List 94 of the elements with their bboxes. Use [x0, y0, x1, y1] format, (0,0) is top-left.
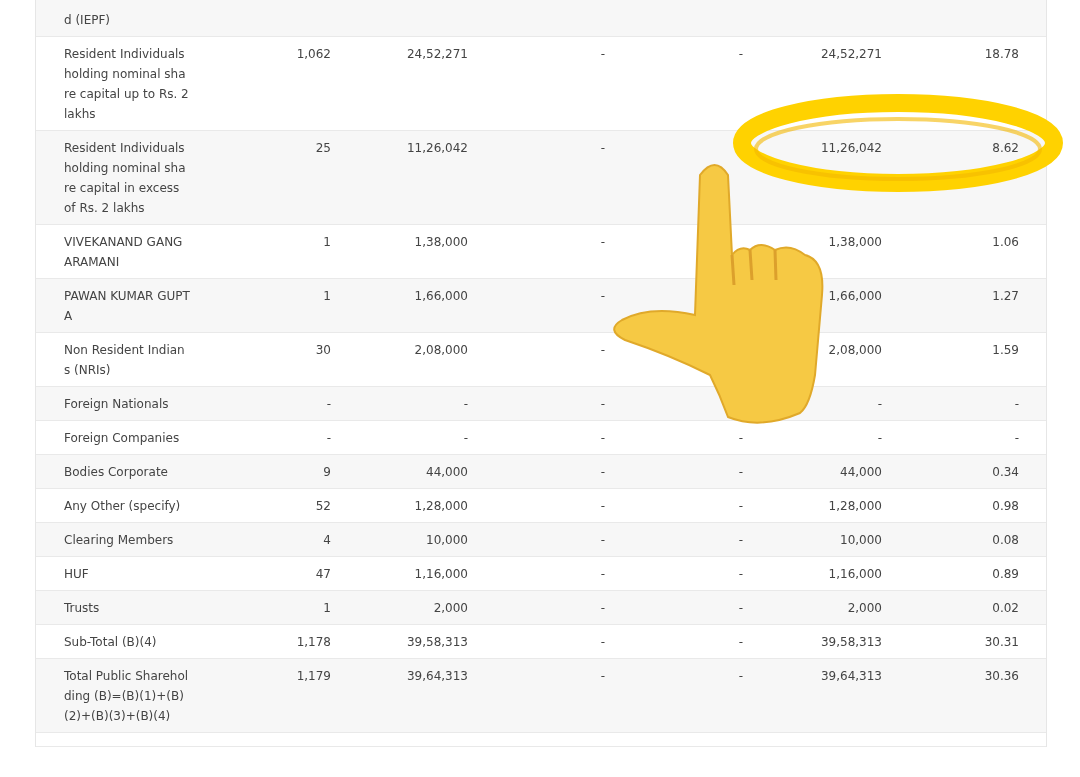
- table-cell: Resident Individuals holding nominal share capital up to Rs. 2 lakhs: [64, 47, 189, 121]
- table-cell: -: [877, 431, 882, 445]
- table-cell: -: [600, 289, 605, 303]
- table-cell: -: [738, 431, 743, 445]
- table-cell: -: [1014, 431, 1019, 445]
- table-cell: -: [326, 397, 331, 411]
- table-cell: Any Other (specify): [64, 499, 181, 513]
- table-cell: 2,08,000: [414, 343, 468, 357]
- table-cell: 1,16,000: [828, 567, 882, 581]
- table-cell: d (IEPF): [64, 13, 111, 27]
- table-cell: Foreign Companies: [64, 431, 180, 445]
- table-cell: -: [463, 397, 468, 411]
- table-cell: 1,28,000: [828, 499, 882, 513]
- table-cell: 39,64,313: [820, 669, 882, 683]
- table-cell: -: [600, 47, 605, 61]
- table-cell: 9: [323, 465, 331, 479]
- table-cell: VIVEKANAND GANGARAMANI: [64, 235, 183, 269]
- table-cell: Non Resident Indians (NRIs): [64, 343, 185, 377]
- table-cell: PAWAN KUMAR GUPTA: [64, 289, 190, 323]
- table-cell: Resident Individuals holding nominal share capital in excess of Rs. 2 lakhs: [64, 141, 186, 215]
- table-cell: -: [600, 533, 605, 547]
- table-cell: 18.78: [984, 47, 1019, 61]
- table-cell: 11,26,042: [820, 141, 882, 155]
- table-cell: -: [600, 635, 605, 649]
- table-cell: 24,52,271: [406, 47, 468, 61]
- table-cell: Bodies Corporate: [64, 465, 168, 479]
- table-cell: -: [600, 669, 605, 683]
- table-cell: 1,38,000: [828, 235, 882, 249]
- table-cell: 30: [315, 343, 331, 357]
- table-cell: -: [600, 343, 605, 357]
- table-cell: -: [600, 141, 605, 155]
- table-cell: 47: [315, 567, 331, 581]
- table-cell: 2,000: [847, 601, 882, 615]
- table-cell: 0.02: [992, 601, 1019, 615]
- table-cell: 1: [323, 601, 331, 615]
- table-cell: Trusts: [64, 601, 100, 615]
- table-cell: 0.89: [992, 567, 1019, 581]
- table-cell: -: [463, 431, 468, 445]
- table-cell: 1,179: [296, 669, 331, 683]
- table-cell: 10,000: [426, 533, 468, 547]
- table-cell: 30.31: [984, 635, 1019, 649]
- table-cell: 1: [323, 289, 331, 303]
- table-cell: 0.08: [992, 533, 1019, 547]
- table-cell: -: [738, 533, 743, 547]
- table-cell: 1,178: [296, 635, 331, 649]
- table-cell: -: [738, 669, 743, 683]
- table-cell: -: [738, 567, 743, 581]
- table-cell: -: [600, 567, 605, 581]
- table-cell: -: [738, 465, 743, 479]
- table-cell: -: [738, 499, 743, 513]
- table-cell: 24,52,271: [820, 47, 882, 61]
- table-cell: 44,000: [426, 465, 468, 479]
- table-cell: -: [600, 397, 605, 411]
- table-cell: 0.34: [992, 465, 1019, 479]
- table-cell: 25: [315, 141, 331, 155]
- table-cell: 1,66,000: [828, 289, 882, 303]
- table-cell: 4: [323, 533, 331, 547]
- table-cell: 1: [323, 235, 331, 249]
- table-cell: -: [1014, 397, 1019, 411]
- table-cell: 1,66,000: [414, 289, 468, 303]
- table-cell: -: [600, 499, 605, 513]
- table-cell: 0.98: [992, 499, 1019, 513]
- table-cell: -: [738, 47, 743, 61]
- table-cell: -: [738, 601, 743, 615]
- table-cell: HUF: [64, 567, 89, 581]
- table-cell: 10,000: [840, 533, 882, 547]
- table-cell: Foreign Nationals: [64, 397, 169, 411]
- table-cell: Total Public Shareholding (B)=(B)(1)+(B)(2)+(B)(3)+(B)(4): [64, 669, 189, 723]
- table-cell: 44,000: [840, 465, 882, 479]
- table-cell: -: [738, 635, 743, 649]
- table-cell: 2,000: [433, 601, 468, 615]
- table-cell: 8.62: [992, 141, 1019, 155]
- table-cell: Clearing Members: [64, 533, 174, 547]
- table-cell: 2,08,000: [828, 343, 882, 357]
- table-cell: Sub-Total (B)(4): [64, 635, 157, 649]
- table-cell: 1,38,000: [414, 235, 468, 249]
- table-cell: 1.27: [992, 289, 1019, 303]
- table-cell: 39,58,313: [406, 635, 468, 649]
- table-cell: 30.36: [984, 669, 1019, 683]
- table-cell: -: [600, 465, 605, 479]
- table-cell: 39,64,313: [406, 669, 468, 683]
- table-cell: 11,26,042: [406, 141, 468, 155]
- table-cell: -: [326, 431, 331, 445]
- table-cell: -: [877, 397, 882, 411]
- table-cell: 1,28,000: [414, 499, 468, 513]
- table-cell: 1.59: [992, 343, 1019, 357]
- table-cell: -: [600, 431, 605, 445]
- table-cell: 39,58,313: [820, 635, 882, 649]
- table-cell: 52: [315, 499, 331, 513]
- table-cell: 1.06: [992, 235, 1019, 249]
- table-cell: 1,062: [296, 47, 331, 61]
- table-cell: -: [600, 601, 605, 615]
- table-cell: 1,16,000: [414, 567, 468, 581]
- table-cell: -: [600, 235, 605, 249]
